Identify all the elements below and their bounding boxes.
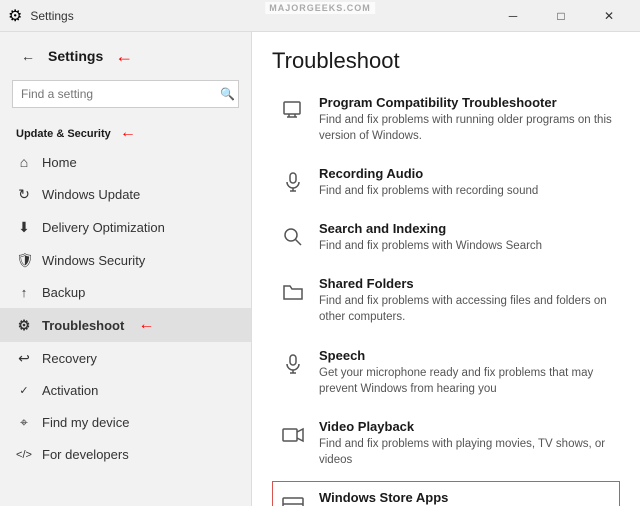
- sidebar-item-delivery-optimization[interactable]: ⬇ Delivery Optimization: [0, 211, 251, 244]
- sidebar-item-for-developers[interactable]: </> For developers: [0, 439, 251, 470]
- list-item[interactable]: Recording Audio Find and fix problems wi…: [272, 157, 620, 208]
- delivery-icon: ⬇: [16, 219, 32, 236]
- item-desc: Find and fix problems with recording sou…: [319, 183, 538, 199]
- minimize-button[interactable]: ─: [490, 0, 536, 32]
- sidebar-item-label: Backup: [42, 285, 85, 300]
- list-item[interactable]: Video Playback Find and fix problems wit…: [272, 410, 620, 477]
- backup-icon: ↑: [16, 285, 32, 300]
- list-item-windows-store[interactable]: Windows Store Apps Troubleshoot problems…: [272, 481, 620, 506]
- item-text: Program Compatibility Troubleshooter Fin…: [319, 95, 613, 144]
- item-title: Program Compatibility Troubleshooter: [319, 95, 613, 110]
- page-title: Troubleshoot: [272, 48, 620, 74]
- mic-icon: [279, 168, 307, 196]
- sidebar-item-backup[interactable]: ↑ Backup: [0, 277, 251, 308]
- list-item[interactable]: Program Compatibility Troubleshooter Fin…: [272, 86, 620, 153]
- search-input[interactable]: [12, 80, 239, 108]
- item-title: Recording Audio: [319, 166, 538, 181]
- troubleshoot-list: Program Compatibility Troubleshooter Fin…: [272, 86, 620, 506]
- item-text: Speech Get your microphone ready and fix…: [319, 348, 613, 397]
- section-label: Update & Security ←: [0, 116, 251, 146]
- item-text: Search and Indexing Find and fix problem…: [319, 221, 542, 254]
- sidebar-item-windows-security[interactable]: 🛡 Windows Security: [0, 244, 251, 277]
- sidebar-item-label: Windows Security: [42, 253, 145, 268]
- search-icon-button[interactable]: 🔍: [220, 87, 235, 101]
- close-button[interactable]: ✕: [586, 0, 632, 32]
- video-icon: [279, 421, 307, 449]
- sidebar-nav: ⌂ Home ↻ Windows Update ⬇ Delivery Optim…: [0, 146, 251, 470]
- sidebar-item-activation[interactable]: ✓ Activation: [0, 375, 251, 406]
- arrow-troubleshoot: ←: [138, 316, 154, 334]
- troubleshoot-icon: ⚙: [16, 317, 32, 334]
- maximize-button[interactable]: □: [538, 0, 584, 32]
- speech-mic-icon: [279, 350, 307, 378]
- sidebar-item-label: For developers: [42, 447, 129, 462]
- arrow-update-security: ←: [120, 124, 136, 141]
- search-box: 🔍: [12, 80, 239, 108]
- sidebar-header: ← Settings ←: [0, 32, 251, 76]
- item-desc: Find and fix problems with running older…: [319, 112, 613, 144]
- item-title: Search and Indexing: [319, 221, 542, 236]
- item-title: Speech: [319, 348, 613, 363]
- back-button[interactable]: ←: [16, 44, 40, 68]
- item-desc: Get your microphone ready and fix proble…: [319, 365, 613, 397]
- settings-icon: ⚙: [8, 6, 22, 26]
- sidebar-item-home[interactable]: ⌂ Home: [0, 146, 251, 178]
- home-icon: ⌂: [16, 154, 32, 170]
- title-bar-title: Settings: [30, 9, 73, 23]
- item-desc: Find and fix problems with Windows Searc…: [319, 238, 542, 254]
- sidebar-item-label: Windows Update: [42, 187, 140, 202]
- sidebar-title: Settings: [48, 48, 103, 64]
- update-icon: ↻: [16, 186, 32, 203]
- list-item[interactable]: Shared Folders Find and fix problems wit…: [272, 267, 620, 334]
- sidebar-item-label: Recovery: [42, 351, 97, 366]
- item-title: Windows Store Apps: [319, 490, 613, 505]
- item-desc: Find and fix problems with accessing fil…: [319, 293, 613, 325]
- list-item[interactable]: Search and Indexing Find and fix problem…: [272, 212, 620, 263]
- sidebar-item-troubleshoot[interactable]: ⚙ Troubleshoot ←: [0, 308, 251, 342]
- watermark: MAJORGEEKS.COM: [265, 2, 375, 14]
- item-text: Windows Store Apps Troubleshoot problems…: [319, 490, 613, 506]
- list-item[interactable]: Speech Get your microphone ready and fix…: [272, 339, 620, 406]
- sidebar-item-windows-update[interactable]: ↻ Windows Update: [0, 178, 251, 211]
- item-text: Video Playback Find and fix problems wit…: [319, 419, 613, 468]
- search-icon: [279, 223, 307, 251]
- content-area: Troubleshoot Program Compatibility Troub…: [252, 32, 640, 506]
- activation-icon: ✓: [16, 384, 32, 397]
- security-icon: 🛡: [16, 252, 32, 269]
- find-device-icon: ⌖: [16, 414, 32, 431]
- item-desc: Find and fix problems with playing movie…: [319, 436, 613, 468]
- item-text: Recording Audio Find and fix problems wi…: [319, 166, 538, 199]
- sidebar: ← Settings ← 🔍 Update & Security ← ⌂ Hom…: [0, 32, 252, 506]
- store-icon: [279, 492, 307, 506]
- sidebar-item-find-my-device[interactable]: ⌖ Find my device: [0, 406, 251, 439]
- arrow-settings: ←: [115, 46, 133, 67]
- sidebar-item-label: Delivery Optimization: [42, 220, 165, 235]
- sidebar-item-recovery[interactable]: ↩ Recovery: [0, 342, 251, 375]
- sidebar-item-label: Troubleshoot: [42, 318, 124, 333]
- sidebar-item-label: Activation: [42, 383, 98, 398]
- folder-icon: [279, 278, 307, 306]
- monitor-icon: [279, 97, 307, 125]
- sidebar-item-label: Find my device: [42, 415, 129, 430]
- sidebar-item-label: Home: [42, 155, 77, 170]
- item-title: Shared Folders: [319, 276, 613, 291]
- recovery-icon: ↩: [16, 350, 32, 367]
- app-container: ← Settings ← 🔍 Update & Security ← ⌂ Hom…: [0, 32, 640, 506]
- developers-icon: </>: [16, 449, 32, 461]
- item-text: Shared Folders Find and fix problems wit…: [319, 276, 613, 325]
- title-bar-controls: ─ □ ✕: [490, 0, 632, 32]
- title-bar-left: ⚙ Settings: [8, 6, 74, 26]
- item-title: Video Playback: [319, 419, 613, 434]
